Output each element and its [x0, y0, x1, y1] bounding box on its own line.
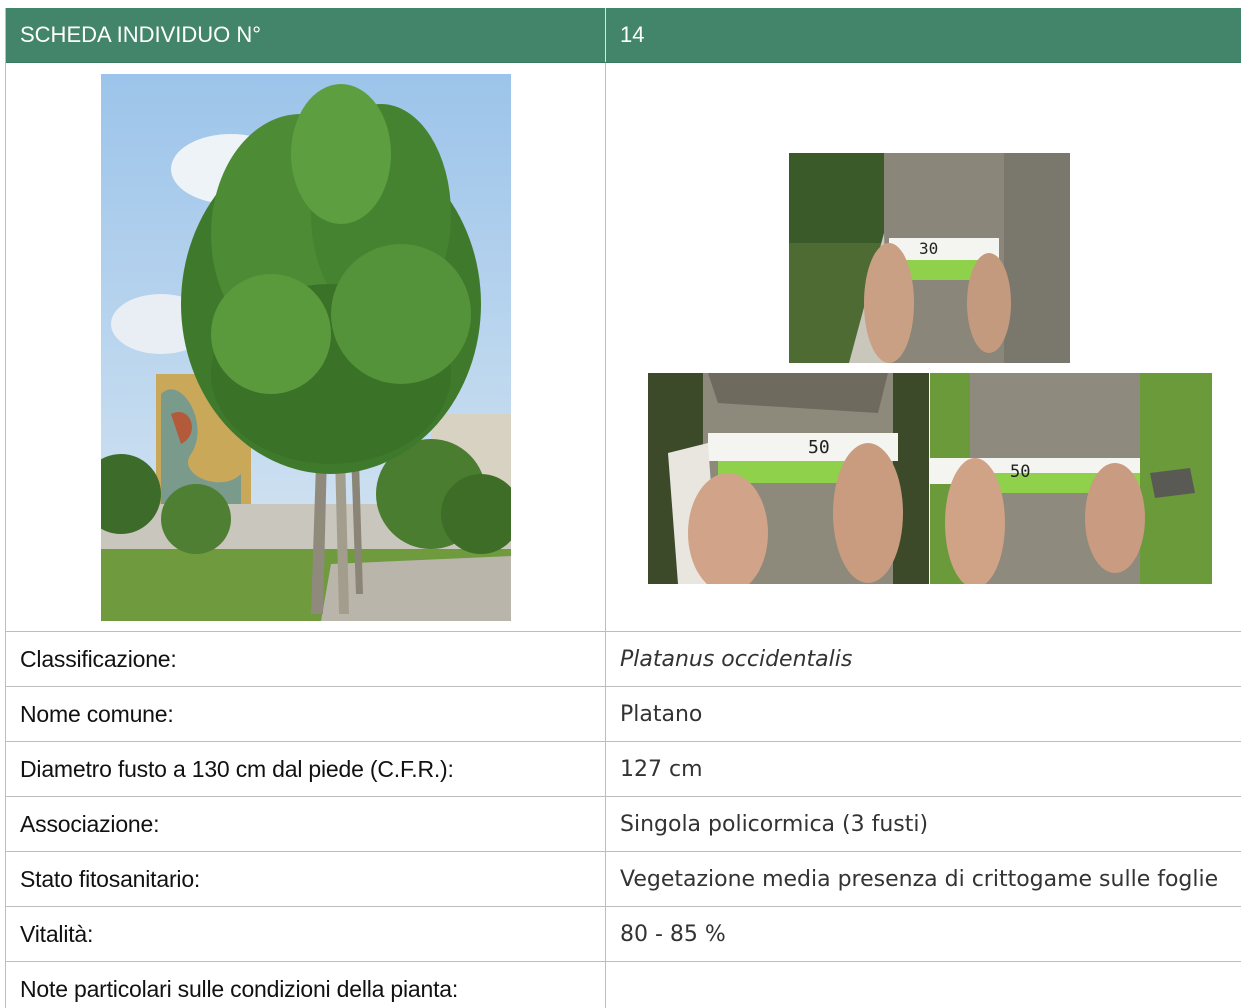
measure-photos-cell: 30 50 50 [606, 63, 1241, 631]
tree-photo-cell [6, 63, 606, 631]
trunk-measure-photo-2: 50 [648, 373, 929, 584]
trunk-measure-photo-3: 50 [930, 373, 1212, 584]
photos-row: 30 50 50 [6, 63, 1241, 632]
row-nome-comune: Nome comune: Platano [6, 687, 1241, 742]
row-value: Vegetazione media presenza di crittogame… [620, 866, 1219, 892]
row-vitalita: Vitalità: 80 - 85 % [6, 907, 1241, 962]
tree-photo [101, 74, 511, 621]
tape-number-2: 50 [808, 437, 830, 458]
sheet-number: 14 [620, 22, 645, 47]
row-stato-fitosanitario: Stato fitosanitario: Vegetazione media p… [6, 852, 1241, 907]
row-value [606, 962, 1241, 1008]
row-label: Classificazione: [6, 632, 606, 686]
row-label: Note particolari sulle condizioni della … [6, 962, 606, 1008]
row-value: Platanus occidentalis [620, 646, 853, 672]
sheet-title: SCHEDA INDIVIDUO N° [6, 8, 606, 62]
row-value: Singola policormica (3 fusti) [620, 811, 929, 837]
row-value: 80 - 85 % [620, 921, 726, 947]
row-classificazione: Classificazione: Platanus occidentalis [6, 632, 1241, 687]
row-label: Stato fitosanitario: [6, 852, 606, 906]
tape-number-1: 30 [919, 239, 938, 258]
trunk-measure-photo-1: 30 [789, 153, 1070, 363]
row-label: Diametro fusto a 130 cm dal piede (C.F.R… [6, 742, 606, 796]
sheet-header: SCHEDA INDIVIDUO N° 14 [6, 8, 1241, 63]
row-associazione: Associazione: Singola policormica (3 fus… [6, 797, 1241, 852]
individual-sheet: SCHEDA INDIVIDUO N° 14 30 50 50 Classifi… [5, 8, 1241, 1008]
row-diametro: Diametro fusto a 130 cm dal piede (C.F.R… [6, 742, 1241, 797]
row-label: Associazione: [6, 797, 606, 851]
row-value: 127 cm [620, 756, 703, 782]
tape-number-3: 50 [1010, 462, 1030, 482]
row-label: Nome comune: [6, 687, 606, 741]
row-value: Platano [620, 701, 703, 727]
row-label: Vitalità: [6, 907, 606, 961]
row-note: Note particolari sulle condizioni della … [6, 962, 1241, 1008]
